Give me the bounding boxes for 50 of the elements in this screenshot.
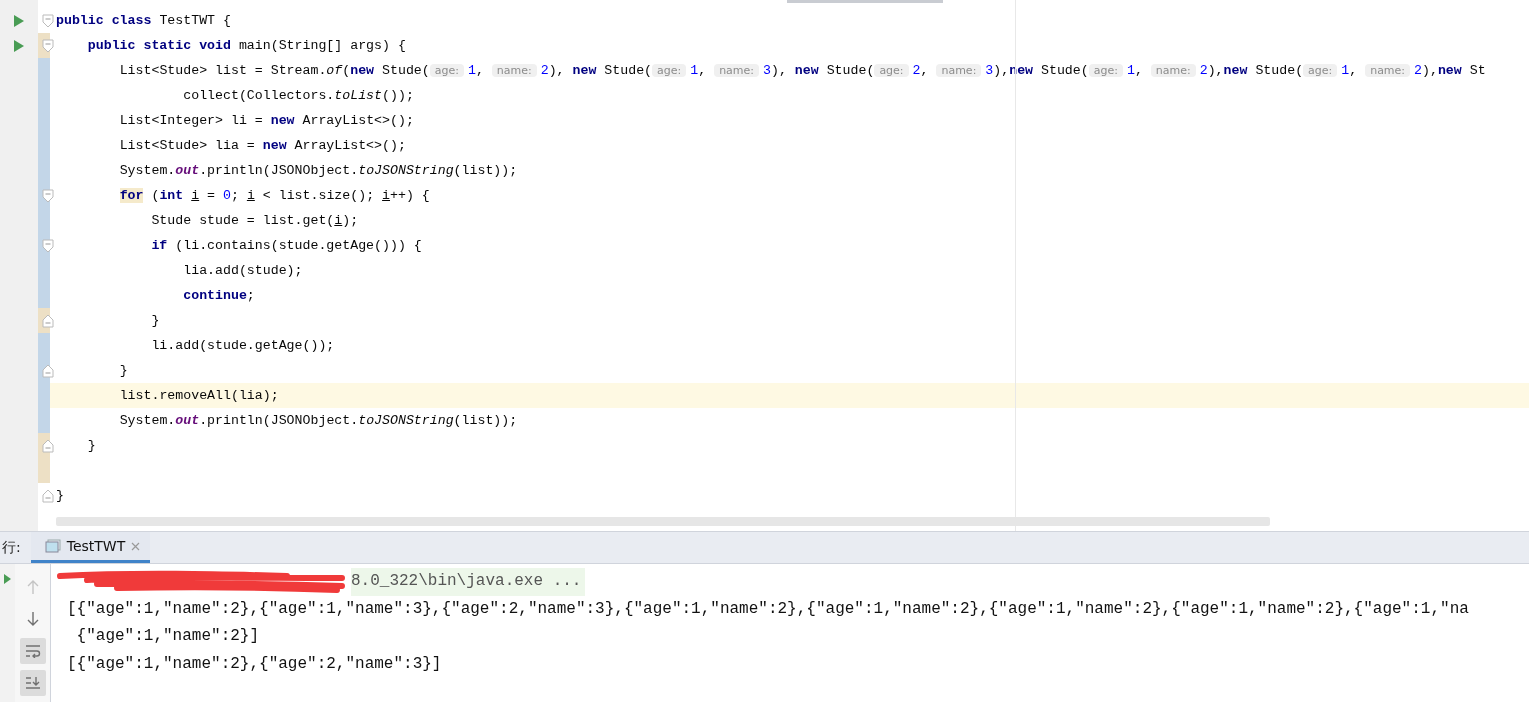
code-line: System.out.println(JSONObject.toJSONString(list)); — [118, 162, 518, 180]
code-line: List<Integer> li = new ArrayList<>(); — [118, 112, 414, 130]
code-line: Stude stude = list.get(i); — [150, 212, 359, 230]
code-line: collect(Collectors.toList()); — [182, 87, 414, 105]
scroll-thumb[interactable] — [787, 0, 943, 3]
code-line: } — [150, 312, 160, 330]
code-line: } — [56, 487, 64, 505]
console-icon — [44, 539, 61, 553]
code-line: li.add(stude.getAge()); — [150, 337, 335, 355]
command-line-text: 8.0_322\bin\java.exe ... — [351, 568, 586, 596]
soft-wrap-icon — [24, 644, 41, 658]
fold-marker-icon[interactable] — [42, 363, 54, 378]
fold-marker-icon[interactable] — [42, 238, 54, 253]
change-marker[interactable] — [38, 458, 50, 483]
fold-marker-icon[interactable] — [42, 488, 54, 503]
run-icon[interactable] — [14, 39, 24, 52]
code-line: list.removeAll(lia); — [118, 387, 279, 405]
change-marker[interactable] — [38, 58, 50, 83]
code-line: } — [118, 362, 128, 380]
fold-marker-icon[interactable] — [42, 188, 54, 203]
code-line: for (int i = 0; i < list.size(); i++) { — [118, 187, 430, 205]
console-output: {"age":1,"name":2}] — [75, 626, 261, 647]
code-line: List<Stude> lia = new ArrayList<>(); — [118, 137, 406, 155]
fold-marker-icon[interactable] — [42, 313, 54, 328]
panel-label: 行: — [1, 537, 22, 557]
code-line: if (li.contains(stude.getAge())) { — [150, 237, 422, 255]
scroll-to-end-icon — [24, 676, 41, 690]
console-output: [{"age":1,"name":2},{"age":2,"name":3}] — [67, 653, 443, 675]
fold-marker-icon[interactable] — [42, 13, 54, 28]
up-arrow-icon — [26, 579, 39, 595]
code-line: } — [86, 437, 96, 455]
change-marker[interactable] — [38, 408, 50, 433]
run-tab[interactable]: TestTWT — [30, 532, 151, 563]
console-tool-button[interactable] — [19, 670, 46, 696]
code-line: continue; — [182, 287, 255, 305]
code-line: public class TestTWT { — [56, 12, 231, 30]
change-marker[interactable] — [38, 283, 50, 308]
fold-marker-icon[interactable] — [42, 438, 54, 453]
console-tool-button[interactable] — [19, 638, 46, 664]
run-icon[interactable] — [14, 14, 24, 27]
code-line: System.out.println(JSONObject.toJSONString(list)); — [118, 412, 518, 430]
close-icon[interactable] — [131, 541, 141, 551]
run-icon[interactable] — [4, 574, 11, 584]
code-line: lia.add(stude); — [182, 262, 303, 280]
down-arrow-icon — [26, 611, 39, 627]
horizontal-scrollbar[interactable] — [56, 517, 1270, 526]
fold-marker-icon[interactable] — [42, 38, 54, 53]
change-marker[interactable] — [38, 333, 50, 358]
console-output: [{"age":1,"name":2},{"age":1,"name":3},{"age":2,"name":3},{"age":1,"name":2},{"age":1,"name":2},{"age":1,"name":2},{"age":1,"name":2},{"age":1,"na — [67, 598, 1470, 620]
code-line: public static void main(String[] args) { — [86, 37, 406, 55]
